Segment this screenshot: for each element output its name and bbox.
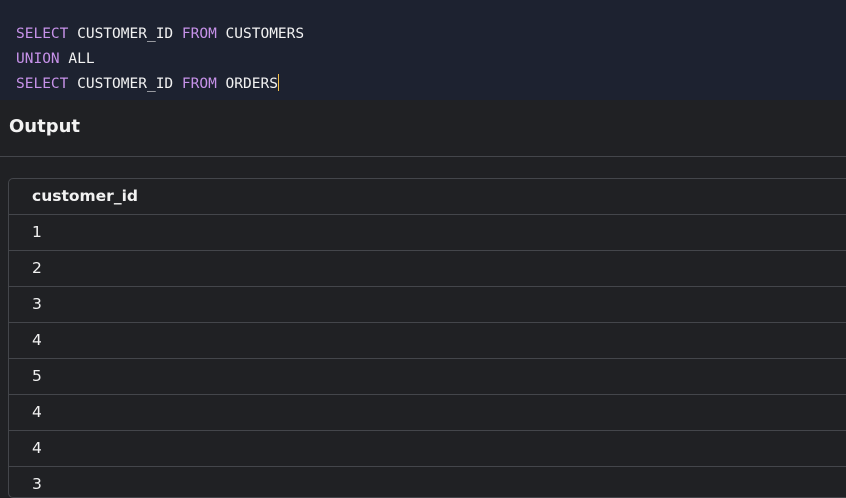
results-table: customer_id 1 2 3 4 5 4 4 3 [8, 178, 846, 498]
output-title: Output [9, 116, 81, 137]
table-row: 4 [9, 395, 846, 431]
code-line-1: SELECT CUSTOMER_ID FROM CUSTOMERS [16, 22, 846, 47]
table-row: 1 [9, 215, 846, 251]
sql-editor[interactable]: SELECT CUSTOMER_ID FROM CUSTOMERS UNION … [0, 0, 846, 100]
keyword-from: FROM [181, 26, 217, 42]
table-row: 4 [9, 323, 846, 359]
table-row: 2 [9, 251, 846, 287]
keyword-from: FROM [181, 76, 217, 92]
code-text: ALL [59, 51, 95, 67]
code-text: ORDERS [216, 76, 278, 92]
text-cursor [277, 74, 279, 91]
output-header: Output [0, 100, 846, 157]
keyword-select: SELECT [16, 26, 69, 42]
code-line-3: SELECT CUSTOMER_ID FROM ORDERS [16, 72, 846, 97]
column-header-customer-id[interactable]: customer_id [9, 179, 846, 215]
keyword-select: SELECT [16, 76, 69, 92]
code-line-2: UNION ALL [16, 47, 846, 72]
table-row: 3 [9, 467, 846, 497]
table-row: 3 [9, 287, 846, 323]
table-row: 5 [9, 359, 846, 395]
table-row: 4 [9, 431, 846, 467]
code-text: CUSTOMERS [216, 26, 305, 42]
code-text: CUSTOMER_ID [68, 26, 182, 42]
keyword-union: UNION [16, 51, 60, 67]
code-text: CUSTOMER_ID [68, 76, 182, 92]
